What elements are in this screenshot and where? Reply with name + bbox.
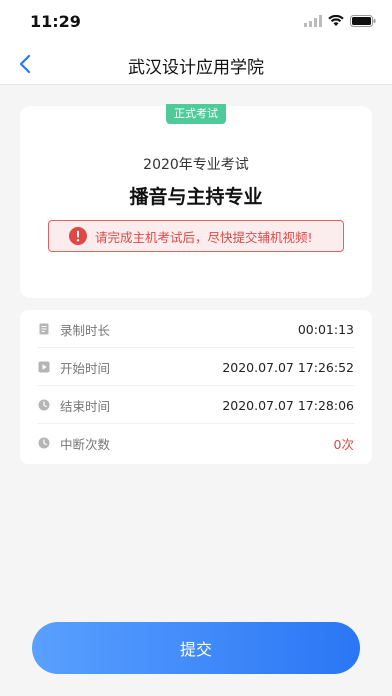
status-bar: 11:29 [0,0,392,44]
exam-year-title: 2020年专业考试 [143,157,249,173]
info-row-duration: 录制时长 00:01:13 [20,310,372,348]
info-value: 00:01:13 [297,321,354,337]
info-label: 中断次数 [60,436,111,452]
status-time: 11:29 [30,12,81,31]
clock-icon [38,399,50,411]
play-icon [38,361,50,373]
status-icons [304,15,376,27]
alert-icon [69,227,87,245]
exam-major-title: 播音与主持专业 [129,186,263,208]
info-row-interruptions: 中断次数 0次 [20,424,372,462]
info-label: 开始时间 [60,360,111,376]
info-row-end-time: 结束时间 2020.07.07 17:28:06 [20,386,372,424]
nav-bar: 武汉设计应用学院 [0,44,392,85]
document-icon [39,323,49,335]
signal-icon [304,15,322,27]
info-value: 2020.07.07 17:26:52 [222,359,354,375]
recording-info-card: 录制时长 00:01:13 开始时间 2020.07.07 17:26:52 结… [20,310,372,464]
warning-banner: 请完成主机考试后，尽快提交辅机视频! [48,220,344,252]
submit-button[interactable]: 提交 [32,622,360,674]
info-row-start-time: 开始时间 2020.07.07 17:26:52 [20,348,372,386]
battery-icon [350,15,376,27]
clock-icon [38,437,50,449]
info-value: 0次 [333,436,354,452]
page-title: 武汉设计应用学院 [128,58,264,78]
info-label: 录制时长 [60,322,111,338]
exam-type-badge: 正式考试 [166,104,226,124]
wifi-icon [328,15,344,26]
warning-text: 请完成主机考试后，尽快提交辅机视频! [95,229,313,245]
exam-card: 正式考试 2020年专业考试 播音与主持专业 请完成主机考试后，尽快提交辅机视频… [20,104,372,298]
info-label: 结束时间 [60,398,111,414]
info-value: 2020.07.07 17:28:06 [222,397,354,413]
